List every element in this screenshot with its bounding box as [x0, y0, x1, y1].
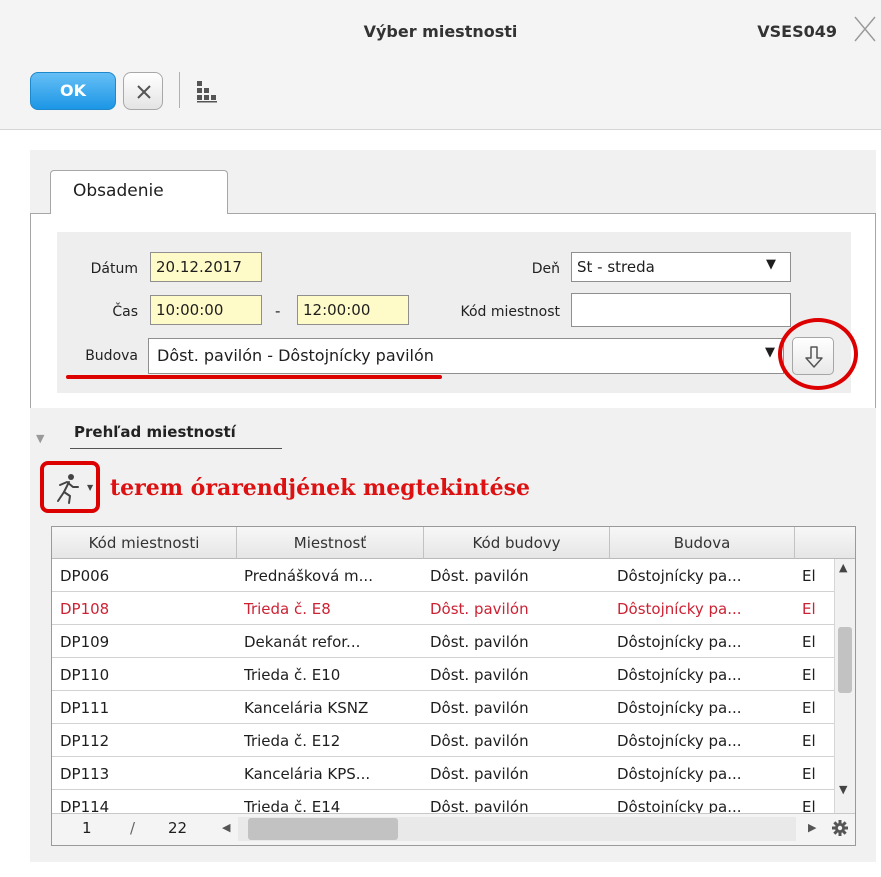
gear-icon[interactable]: [830, 818, 850, 838]
cell-extra: El: [802, 699, 816, 717]
window-close-icon[interactable]: [851, 14, 877, 44]
table-row[interactable]: DP112 Trieda č. E12 Dôst. pavilón Dôstojníc…: [52, 724, 834, 757]
page-total: 22: [168, 819, 188, 837]
cell-miestnost: Prednášková m...: [244, 567, 373, 585]
kod-miestnost-label: Kód miestnost: [460, 304, 560, 320]
annotation-circle: [778, 318, 858, 390]
cas-label: Čas: [112, 304, 138, 320]
budova-label: Budova: [85, 348, 138, 364]
cancel-button[interactable]: [123, 72, 163, 110]
annotation-box: [40, 461, 100, 513]
cell-kod-budovy: Dôst. pavilón: [430, 798, 529, 813]
den-select[interactable]: St - streda: [571, 252, 791, 282]
table-row[interactable]: DP114 Trieda č. E14 Dôst. pavilón Dôstojníc…: [52, 790, 834, 813]
scroll-right-icon[interactable]: ▶: [808, 821, 816, 834]
section-title[interactable]: Prehľad miestností: [74, 423, 236, 441]
cell-budova: Dôstojnícky pa...: [617, 666, 742, 684]
den-dropdown-icon[interactable]: ▼: [766, 257, 776, 272]
grid-body: DP006 Prednášková m... Dôst. pavilón Dôstoj…: [52, 559, 834, 813]
datum-field[interactable]: 20.12.2017: [150, 252, 262, 282]
collapse-triangle-icon[interactable]: ▼: [36, 432, 44, 445]
tab-joint: [51, 212, 227, 215]
cell-extra: El: [802, 732, 816, 750]
cas-from-field[interactable]: 10:00:00: [150, 295, 262, 325]
cell-kod-budovy: Dôst. pavilón: [430, 666, 529, 684]
toolbar-divider: [179, 72, 180, 108]
cell-kod: DP108: [60, 600, 110, 618]
column-header-kod[interactable]: Kód miestnosti: [52, 527, 237, 559]
cell-kod: DP110: [60, 666, 110, 684]
cell-kod: DP109: [60, 633, 110, 651]
cell-kod-budovy: Dôst. pavilón: [430, 732, 529, 750]
cell-miestnost: Trieda č. E14: [244, 798, 341, 813]
cell-budova: Dôstojnícky pa...: [617, 798, 742, 813]
table-row[interactable]: DP109 Dekanát refor... Dôst. pavilón Dôstoj…: [52, 625, 834, 658]
cell-extra: El: [802, 666, 816, 684]
cell-extra: El: [802, 633, 816, 651]
table-row[interactable]: DP108 Trieda č. E8 Dôst. pavilón Dôstojníck…: [52, 592, 834, 625]
cell-miestnost: Trieda č. E10: [244, 666, 341, 684]
kod-miestnost-field[interactable]: [571, 293, 791, 327]
window-code: VSES049: [757, 22, 837, 41]
cell-budova: Dôstojnícky pa...: [617, 633, 742, 651]
cell-extra: El: [802, 600, 816, 618]
time-range-dash: -: [275, 302, 281, 320]
table-row[interactable]: DP110 Trieda č. E10 Dôst. pavilón Dôstojníc…: [52, 658, 834, 691]
cell-kod-budovy: Dôst. pavilón: [430, 600, 529, 618]
cell-budova: Dôstojnícky pa...: [617, 699, 742, 717]
page-separator: /: [130, 819, 136, 837]
cell-miestnost: Kancelária KPS...: [244, 765, 371, 783]
cell-extra: El: [802, 567, 816, 585]
cell-extra: El: [802, 798, 816, 813]
cell-budova: Dôstojnícky pa...: [617, 567, 742, 585]
column-header-miestnost[interactable]: Miestnosť: [237, 527, 424, 559]
cell-miestnost: Trieda č. E8: [244, 600, 331, 618]
scroll-down-icon[interactable]: ▼: [839, 783, 847, 796]
page-current[interactable]: 1: [82, 819, 92, 837]
cell-budova: Dôstojnícky pa...: [617, 765, 742, 783]
cell-kod-budovy: Dôst. pavilón: [430, 567, 529, 585]
cell-miestnost: Dekanát refor...: [244, 633, 361, 651]
column-header-kod-budovy[interactable]: Kód budovy: [424, 527, 610, 559]
den-label: Deň: [531, 261, 560, 277]
cell-kod: DP113: [60, 765, 110, 783]
datum-label: Dátum: [90, 261, 138, 277]
cell-miestnost: Trieda č. E12: [244, 732, 341, 750]
table-row[interactable]: DP113 Kancelária KPS... Dôst. pavilón Dôsto…: [52, 757, 834, 790]
tab-obsadenie[interactable]: Obsadenie: [50, 170, 228, 214]
cell-kod-budovy: Dôst. pavilón: [430, 699, 529, 717]
ok-button[interactable]: OK: [30, 72, 116, 110]
cell-kod-budovy: Dôst. pavilón: [430, 765, 529, 783]
grid-header: Kód miestnosti Miestnosť Kód budovy Budo…: [52, 527, 855, 559]
cell-kod: DP112: [60, 732, 110, 750]
column-header-budova[interactable]: Budova: [610, 527, 795, 559]
window-title: Výber miestnosti: [363, 22, 518, 41]
vertical-scroll-thumb[interactable]: [838, 627, 852, 693]
cell-budova: Dôstojnícky pa...: [617, 600, 742, 618]
table-row[interactable]: DP111 Kancelária KSNZ Dôst. pavilón Dôstojn…: [52, 691, 834, 724]
scroll-left-icon[interactable]: ◀: [222, 821, 230, 834]
cell-budova: Dôstojnícky pa...: [617, 732, 742, 750]
budova-dropdown-icon[interactable]: ▼: [765, 345, 775, 360]
cell-miestnost: Kancelária KSNZ: [244, 699, 369, 717]
annotation-text: terem órarendjének megtekintése: [110, 475, 530, 501]
cell-kod: DP114: [60, 798, 110, 813]
cas-to-field[interactable]: 12:00:00: [297, 295, 409, 325]
hierarchy-icon[interactable]: [194, 78, 220, 104]
cell-kod-budovy: Dôst. pavilón: [430, 633, 529, 651]
close-icon: [137, 85, 151, 99]
scroll-up-icon[interactable]: ▲: [839, 561, 847, 574]
rooms-grid: Kód miestnosti Miestnosť Kód budovy Budo…: [51, 526, 856, 846]
cell-kod: DP006: [60, 567, 110, 585]
table-row[interactable]: DP006 Prednášková m... Dôst. pavilón Dôstoj…: [52, 559, 834, 592]
cell-extra: El: [802, 765, 816, 783]
horizontal-scroll-thumb[interactable]: [248, 818, 398, 840]
annotation-underline: [66, 375, 442, 379]
budova-select[interactable]: Dôst. pavilón - Dôstojnícky pavilón: [148, 338, 784, 374]
cell-kod: DP111: [60, 699, 110, 717]
section-underline: [70, 448, 282, 449]
